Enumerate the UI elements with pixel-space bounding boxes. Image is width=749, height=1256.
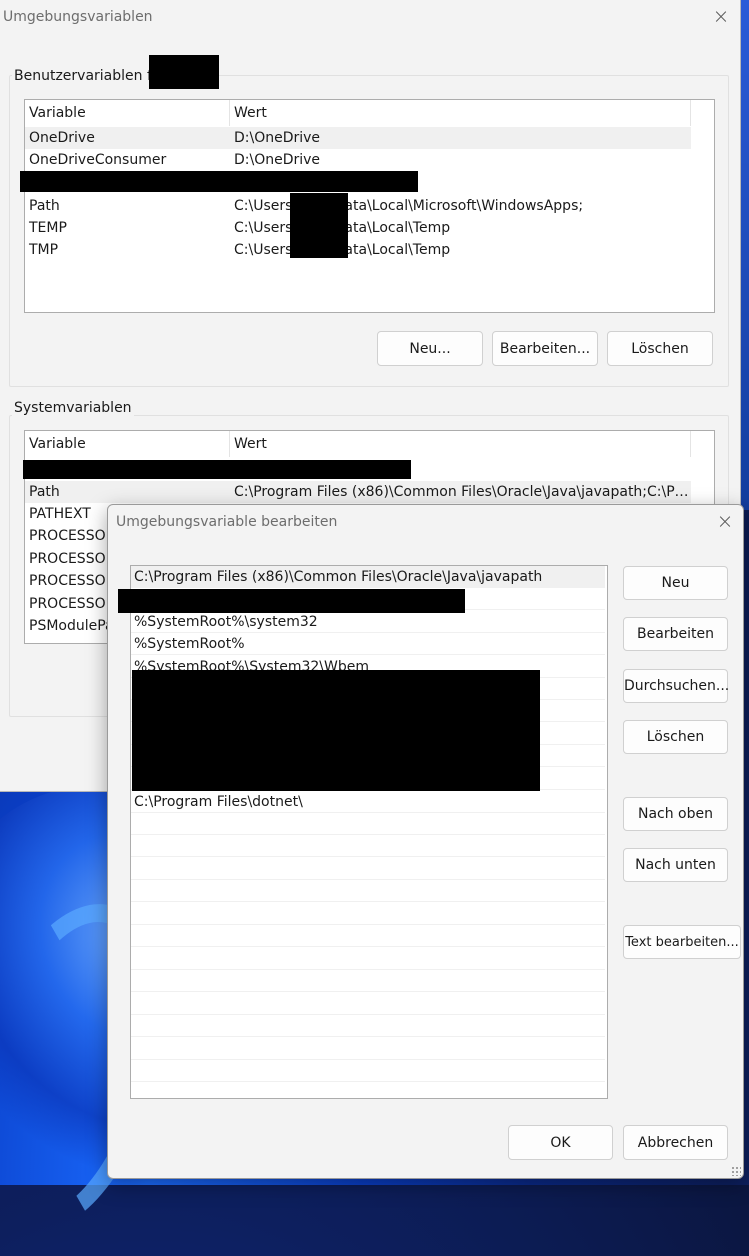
row-value: D:\OneDrive	[234, 152, 321, 168]
list-item-empty[interactable]	[131, 970, 605, 992]
user-new-button[interactable]: Neu...	[377, 331, 483, 366]
list-item[interactable]: %SystemRoot%	[131, 633, 605, 655]
list-item-empty[interactable]	[131, 858, 605, 880]
row-value: D:\OneDrive	[234, 130, 321, 146]
column-header-value[interactable]: Wert	[230, 100, 691, 126]
table-row[interactable]: Path C:\Program Files (x86)\Common Files…	[25, 481, 691, 503]
table-row[interactable]: Path C:\Users\ \AppData\Local\Microsoft\…	[25, 195, 691, 217]
list-item[interactable]: %SystemRoot%\system32	[131, 611, 605, 633]
wallpaper-strip	[741, 0, 749, 510]
row-variable: TMP	[29, 242, 59, 258]
list-item-empty[interactable]	[131, 903, 605, 925]
redaction	[23, 460, 411, 479]
move-up-button[interactable]: Nach oben	[623, 797, 728, 831]
list-item-empty[interactable]	[131, 1060, 605, 1082]
row-variable: TEMP	[29, 220, 67, 236]
user-edit-button[interactable]: Bearbeiten...	[492, 331, 598, 366]
user-variables-label: Benutzervariablen für	[12, 68, 169, 84]
list-item-empty[interactable]	[131, 925, 605, 947]
table-row[interactable]: OneDriveConsumer D:\OneDrive	[25, 149, 691, 171]
resize-grip-icon[interactable]	[731, 1166, 741, 1176]
delete-button[interactable]: Löschen	[623, 720, 728, 754]
user-delete-button[interactable]: Löschen	[607, 331, 713, 366]
row-variable: Path	[29, 198, 60, 214]
redaction	[118, 589, 465, 613]
list-header: Variable Wert	[25, 431, 691, 457]
cancel-button[interactable]: Abbrechen	[623, 1125, 728, 1160]
row-variable: OneDriveConsumer	[29, 152, 167, 168]
close-icon[interactable]: ×	[715, 511, 735, 531]
list-item-empty[interactable]	[131, 813, 605, 835]
edit-text-button[interactable]: Text bearbeiten...	[623, 925, 741, 959]
path-entries-list[interactable]: C:\Program Files (x86)\Common Files\Orac…	[130, 565, 608, 1099]
move-down-button[interactable]: Nach unten	[623, 848, 728, 882]
list-item-empty[interactable]	[131, 993, 605, 1015]
row-value: C:\Program Files (x86)\Common Files\Orac…	[234, 484, 691, 500]
column-header-variable[interactable]: Variable	[25, 100, 230, 126]
redaction	[20, 171, 418, 192]
column-header-value[interactable]: Wert	[230, 431, 691, 457]
list-item[interactable]: C:\Program Files (x86)\Common Files\Orac…	[131, 566, 605, 588]
edit-variable-dialog: Umgebungsvariable bearbeiten × C:\Progra…	[107, 504, 744, 1179]
list-item-empty[interactable]	[131, 880, 605, 902]
system-variables-label: Systemvariablen	[12, 400, 134, 416]
window-title: Umgebungsvariablen	[3, 9, 153, 25]
redaction	[132, 670, 540, 791]
table-row[interactable]: OneDrive D:\OneDrive	[25, 127, 691, 149]
list-item-empty[interactable]	[131, 948, 605, 970]
ok-button[interactable]: OK	[508, 1125, 613, 1160]
edit-button[interactable]: Bearbeiten	[623, 617, 728, 651]
dialog-title: Umgebungsvariable bearbeiten	[116, 514, 338, 530]
list-item[interactable]: C:\Program Files\dotnet\	[131, 791, 605, 813]
row-variable: Path	[29, 484, 60, 500]
column-header-variable[interactable]: Variable	[25, 431, 230, 457]
list-item-empty[interactable]	[131, 835, 605, 857]
user-variables-list[interactable]: Variable Wert OneDrive D:\OneDrive OneDr…	[24, 99, 715, 313]
row-variable: OneDrive	[29, 130, 95, 146]
table-row[interactable]: TEMP C:\Users\ \AppData\Local\Temp	[25, 217, 691, 239]
new-button[interactable]: Neu	[623, 566, 728, 600]
list-item-empty[interactable]	[131, 1015, 605, 1037]
redaction	[290, 193, 348, 258]
redaction	[149, 55, 219, 89]
list-item-empty[interactable]	[131, 1038, 605, 1060]
table-row[interactable]: TMP C:\Users\ \AppData\Local\Temp	[25, 239, 691, 261]
close-icon[interactable]: ×	[711, 6, 731, 26]
list-header: Variable Wert	[25, 100, 691, 126]
browse-button[interactable]: Durchsuchen...	[623, 669, 729, 703]
